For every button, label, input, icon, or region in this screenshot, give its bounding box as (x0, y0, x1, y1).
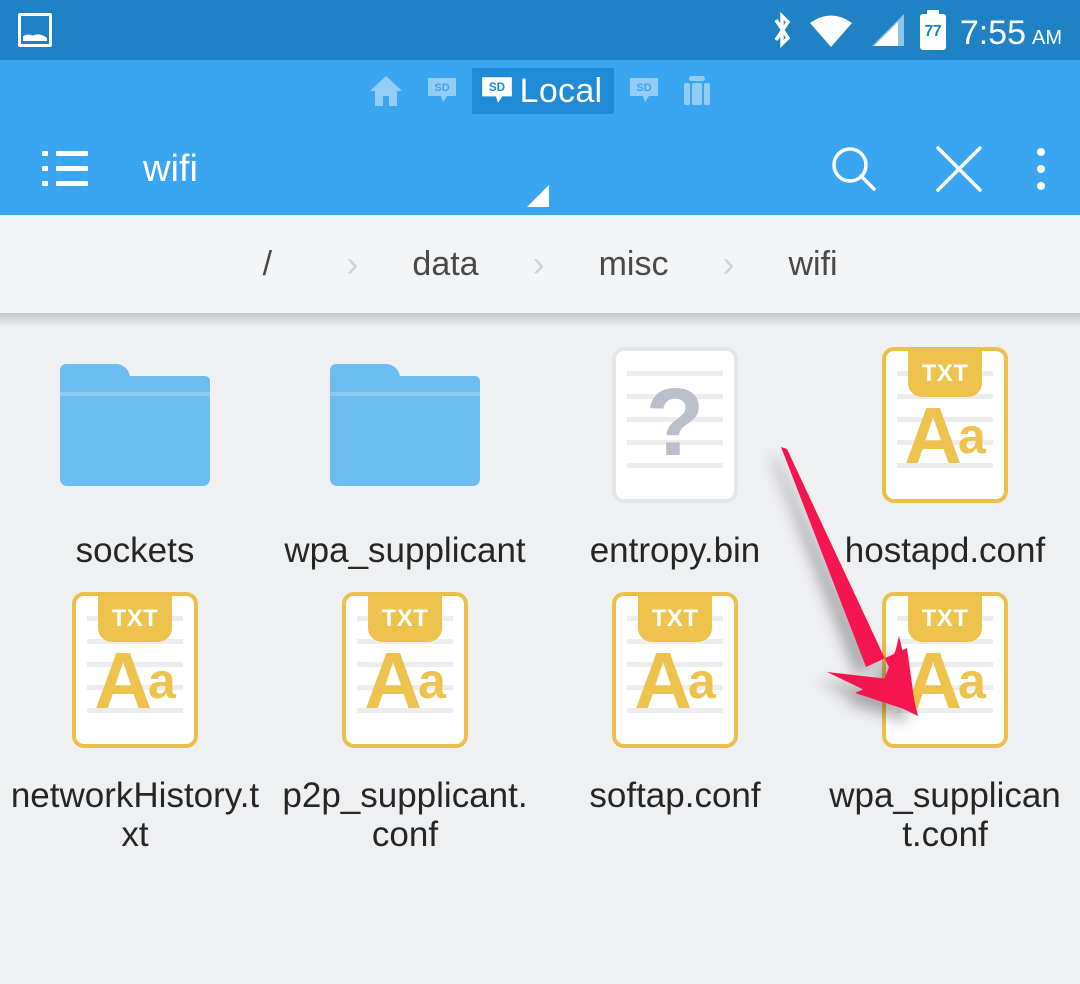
app-bar: SD SD Local SD wifi (0, 60, 1080, 215)
sd-card-icon: SD (481, 77, 512, 103)
breadcrumb-item-root[interactable]: / (232, 247, 302, 281)
svg-text:SD: SD (434, 82, 449, 94)
gallery-icon (18, 13, 52, 47)
resize-corner-indicator (527, 185, 549, 207)
aa-glyph: Aa (94, 636, 176, 726)
file-item[interactable]: sockets (0, 335, 270, 570)
status-bar: 77 7:55 AM (0, 0, 1080, 60)
question-mark-icon: ? (645, 369, 705, 476)
file-grid: sockets wpa_supplicant ? entropy.bin TXT… (0, 313, 1080, 855)
overflow-menu-icon[interactable] (1036, 147, 1046, 190)
file-item[interactable]: wpa_supplicant (270, 335, 540, 570)
tab-android-usb[interactable] (674, 68, 720, 114)
text-file-icon: TXT Aa (865, 345, 1025, 505)
breadcrumb-separator: › (532, 243, 545, 284)
aa-glyph: Aa (634, 636, 716, 726)
file-name: networkHistory.txt (10, 776, 260, 855)
tab-sd-card-1[interactable]: SD (418, 68, 466, 114)
tab-local-label: Local (519, 72, 603, 110)
file-item[interactable]: ? entropy.bin (540, 335, 810, 570)
tab-home[interactable] (360, 68, 412, 114)
file-item[interactable]: TXT Aa hostapd.conf (810, 335, 1080, 570)
unknown-file-icon: ? (595, 345, 755, 505)
file-name: p2p_supplicant.conf (282, 776, 528, 855)
tab-local[interactable]: SD Local (471, 68, 615, 114)
sd-card-icon: SD (630, 78, 659, 102)
aa-glyph: Aa (904, 636, 986, 726)
breadcrumb-item-misc[interactable]: misc (589, 247, 679, 281)
clock-time: 7:55 (959, 14, 1026, 52)
aa-glyph: Aa (904, 391, 986, 480)
tab-sd-card-2[interactable]: SD (620, 68, 668, 114)
wifi-icon (809, 15, 852, 47)
status-bar-notifications (18, 13, 52, 47)
folder-icon (55, 345, 215, 505)
list-menu-icon[interactable] (42, 150, 88, 187)
toolbar-actions (826, 141, 1046, 197)
toolbar: wifi (0, 122, 1080, 215)
sd-card-icon: SD (427, 78, 456, 102)
status-bar-system-icons: 77 7:55 AM (770, 10, 1062, 50)
cell-signal-icon (871, 14, 904, 46)
file-name: wpa_supplicant (284, 531, 526, 570)
battery-icon: 77 (919, 14, 946, 50)
file-item[interactable]: TXT Aa wpa_supplicant.conf (810, 580, 1080, 854)
text-file-icon: TXT Aa (325, 590, 485, 750)
storage-tab-bar: SD SD Local SD (0, 60, 1080, 122)
close-icon[interactable] (932, 142, 986, 196)
file-name: softap.conf (589, 776, 761, 816)
text-file-icon: TXT Aa (865, 590, 1025, 750)
breadcrumb: / › data › misc › wifi (0, 215, 1080, 327)
svg-text:SD: SD (637, 82, 652, 94)
text-file-icon: TXT Aa (595, 590, 755, 750)
folder-icon (325, 345, 485, 505)
file-item[interactable]: TXT Aa p2p_supplicant.conf (270, 580, 540, 854)
breadcrumb-separator: › (346, 243, 359, 284)
file-item[interactable]: TXT Aa softap.conf (540, 580, 810, 854)
breadcrumb-separator: › (722, 243, 735, 284)
bluetooth-icon (774, 11, 791, 49)
file-name: hostapd.conf (844, 531, 1046, 570)
file-name: wpa_supplicant.conf (829, 776, 1061, 855)
clock-ampm: AM (1032, 27, 1062, 49)
breadcrumb-item-wifi[interactable]: wifi (778, 247, 847, 281)
status-bar-clock: 7:55 AM (960, 16, 1062, 50)
page-title: wifi (143, 147, 198, 190)
file-name: entropy.bin (589, 531, 761, 570)
android-file-manager-screen: 77 7:55 AM SD SD Local SD wifi / › data … (0, 0, 1080, 984)
text-file-icon: TXT Aa (55, 590, 215, 750)
android-usb-icon (684, 76, 711, 105)
breadcrumb-item-data[interactable]: data (402, 247, 488, 281)
search-icon[interactable] (826, 141, 882, 197)
home-icon (369, 76, 402, 106)
battery-level: 77 (924, 23, 942, 40)
file-name: sockets (75, 531, 195, 570)
svg-text:SD: SD (489, 81, 505, 94)
aa-glyph: Aa (364, 636, 446, 726)
file-item[interactable]: TXT Aa networkHistory.txt (0, 580, 270, 854)
